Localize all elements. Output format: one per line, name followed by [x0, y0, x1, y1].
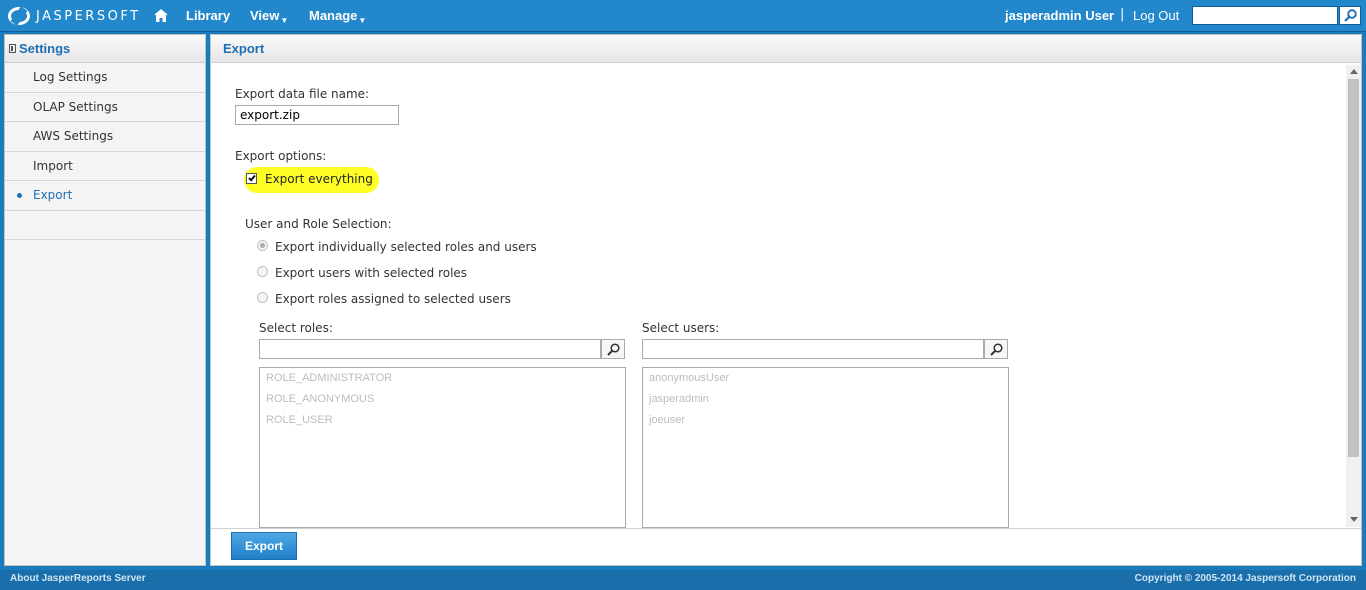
radio-roles-of-users[interactable] — [257, 292, 268, 303]
scroll-thumb[interactable] — [1348, 79, 1359, 457]
roles-list[interactable]: ROLE_ADMINISTRATOR ROLE_ANONYMOUS ROLE_U… — [259, 367, 626, 528]
jaspersoft-logo-icon — [8, 7, 30, 25]
top-bar: JASPERSOFT Library View▼ Manage▼ jaspera… — [0, 0, 1366, 32]
logout-link[interactable]: Log Out — [1133, 8, 1179, 23]
footer: About JasperReports Server Copyright © 2… — [0, 570, 1366, 590]
export-everything-checkbox[interactable] — [246, 173, 257, 184]
chevron-down-icon: ▼ — [280, 16, 289, 25]
scroll-down-icon[interactable] — [1350, 517, 1358, 522]
list-item[interactable]: ROLE_ADMINISTRATOR — [266, 372, 392, 384]
search-icon — [606, 342, 620, 356]
page-title: Export — [223, 41, 265, 56]
about-link[interactable]: About JasperReports Server — [10, 573, 146, 584]
export-panel: Export Export data file name: Export opt… — [210, 34, 1362, 566]
sidebar-item-aws-settings[interactable]: AWS Settings — [5, 122, 205, 152]
list-item[interactable]: anonymousUser — [649, 372, 729, 384]
panel-collapse-icon[interactable] — [9, 44, 16, 53]
nav-manage[interactable]: Manage▼ — [309, 8, 366, 25]
list-item[interactable]: joeuser — [649, 414, 685, 426]
scroll-up-icon[interactable] — [1350, 69, 1358, 74]
export-options-label: Export options: — [235, 149, 327, 163]
select-roles-label: Select roles: — [259, 321, 333, 335]
action-bar: Export — [211, 528, 1361, 565]
global-search-button[interactable] — [1339, 6, 1361, 25]
home-icon[interactable] — [154, 9, 168, 22]
select-users-label: Select users: — [642, 321, 720, 335]
brand-name: JASPERSOFT — [36, 8, 141, 24]
list-item[interactable]: ROLE_USER — [266, 414, 333, 426]
roles-search-button[interactable] — [601, 339, 625, 359]
roles-search-input[interactable] — [259, 339, 601, 359]
users-list[interactable]: anonymousUser jasperadmin joeuser — [642, 367, 1009, 528]
file-name-input[interactable] — [235, 105, 399, 125]
list-item[interactable]: ROLE_ANONYMOUS — [266, 393, 374, 405]
sidebar-item-import[interactable]: Import — [5, 152, 205, 181]
vertical-scrollbar[interactable] — [1346, 65, 1361, 527]
jaspersoft-logo[interactable]: JASPERSOFT — [8, 6, 141, 26]
radio-individual-roles-users[interactable] — [257, 240, 268, 251]
file-name-label: Export data file name: — [235, 87, 370, 101]
export-everything-label[interactable]: Export everything — [265, 172, 373, 186]
list-item[interactable]: jasperadmin — [649, 393, 709, 405]
user-role-selection-label: User and Role Selection: — [245, 217, 392, 231]
radio-label[interactable]: Export roles assigned to selected users — [275, 292, 511, 306]
copyright-text: Copyright © 2005-2014 Jaspersoft Corpora… — [1134, 573, 1356, 584]
sidebar-title: Settings — [19, 41, 71, 56]
radio-users-with-roles[interactable] — [257, 266, 268, 277]
sidebar-item-log-settings[interactable]: Log Settings — [5, 63, 205, 93]
settings-sidebar: Settings Log Settings OLAP Settings AWS … — [4, 34, 206, 566]
radio-label[interactable]: Export individually selected roles and u… — [275, 240, 537, 254]
nav-view[interactable]: View▼ — [250, 8, 288, 25]
sidebar-item-olap-settings[interactable]: OLAP Settings — [5, 93, 205, 122]
checkmark-icon — [248, 173, 256, 182]
active-indicator — [17, 193, 22, 198]
nav-library[interactable]: Library — [186, 8, 230, 23]
export-button[interactable]: Export — [231, 532, 297, 560]
search-icon — [1343, 9, 1357, 22]
sidebar-filler — [5, 211, 205, 240]
panel-header: Export — [211, 35, 1361, 63]
radio-label[interactable]: Export users with selected roles — [275, 266, 467, 280]
current-user: jasperadmin User — [1005, 8, 1115, 23]
global-search-input[interactable] — [1192, 6, 1338, 25]
search-icon — [989, 342, 1003, 356]
header-separator: | — [1120, 7, 1125, 22]
users-search-input[interactable] — [642, 339, 984, 359]
sidebar-header: Settings — [5, 35, 205, 63]
users-search-button[interactable] — [984, 339, 1008, 359]
chevron-down-icon: ▼ — [358, 16, 367, 25]
sidebar-item-export[interactable]: Export — [5, 181, 205, 211]
